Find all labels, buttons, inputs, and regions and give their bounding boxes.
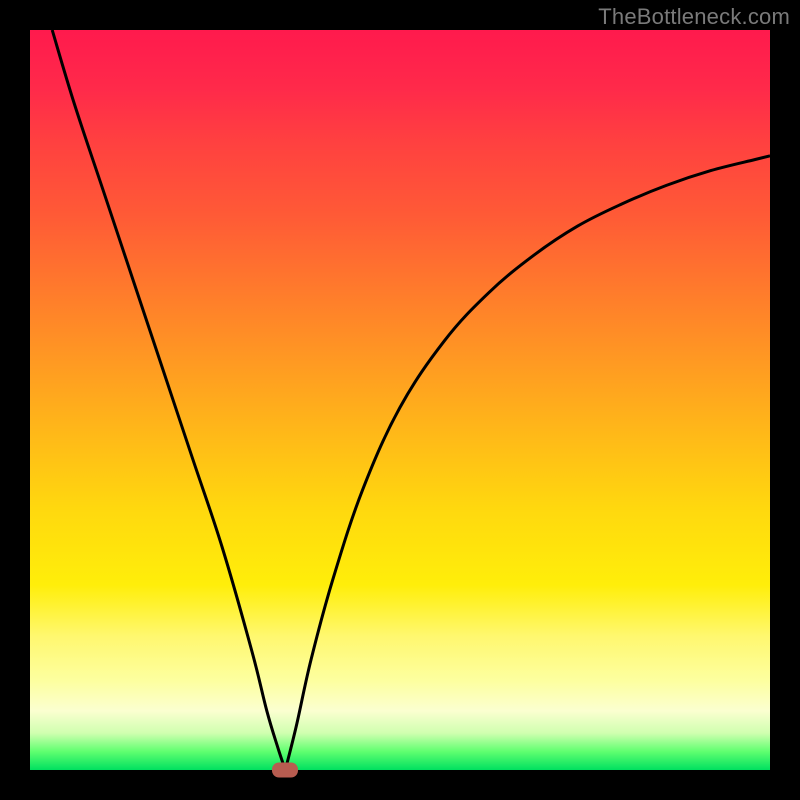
- attribution-label: TheBottleneck.com: [598, 4, 790, 30]
- curve-left-branch: [52, 30, 285, 770]
- curve-right-branch: [285, 156, 770, 770]
- bottleneck-curve: [30, 30, 770, 770]
- plot-area: [30, 30, 770, 770]
- chart-frame: TheBottleneck.com: [0, 0, 800, 800]
- minimum-marker: [272, 763, 298, 778]
